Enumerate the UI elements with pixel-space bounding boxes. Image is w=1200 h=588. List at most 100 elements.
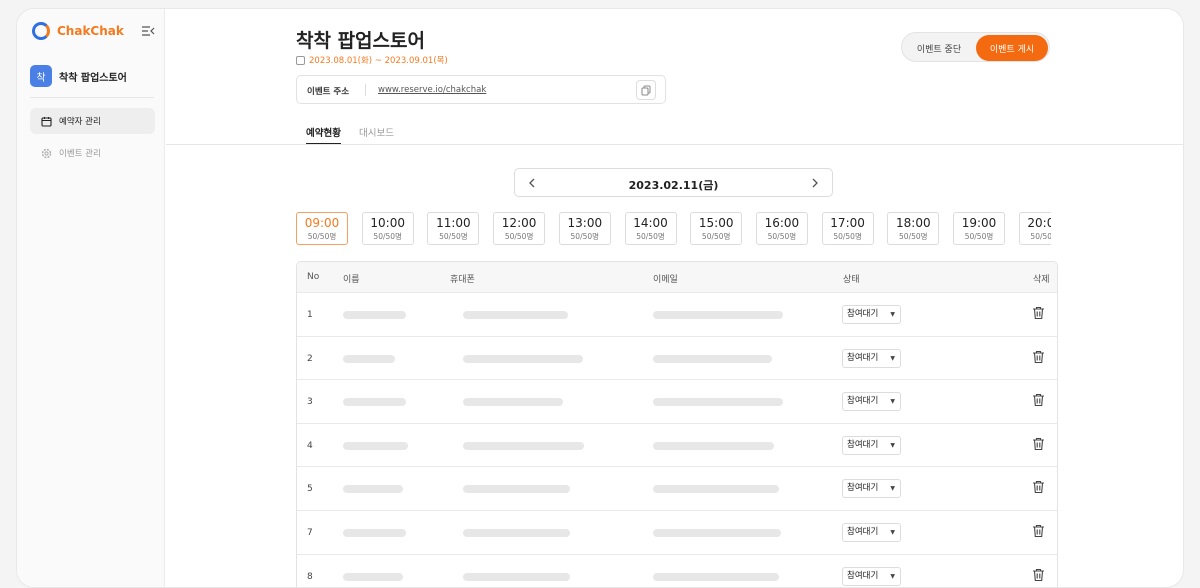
slot-capacity: 50/50명 — [823, 231, 873, 242]
tab-dashboard[interactable]: 대시보드 — [359, 125, 394, 139]
caret-down-icon: ▼ — [890, 572, 895, 580]
trash-icon[interactable] — [1032, 306, 1048, 323]
caret-down-icon: ▼ — [890, 354, 895, 362]
slot-time: 19:00 — [961, 216, 997, 230]
status-dropdown[interactable]: 참여대기 ▼ — [842, 566, 901, 586]
status-dropdown[interactable]: 참여대기 ▼ — [842, 305, 901, 324]
slot-time: 10:00 — [370, 216, 405, 230]
copy-button[interactable] — [636, 80, 656, 100]
slot-total: /50명 — [514, 232, 534, 241]
app-window: ChakChak 착 착착 팝업스토어 예약자 관리 이벤트 관리 착착 팝업스… — [16, 8, 1184, 588]
time-slot[interactable]: 20:0050/50명 — [1018, 212, 1051, 245]
page-title: 착착 팝업스토어 — [296, 30, 425, 52]
brand-logo[interactable]: ChakChak — [32, 22, 124, 40]
gear-icon — [40, 147, 52, 159]
time-slot[interactable]: 12:00 50/50명 — [493, 212, 546, 245]
slot-time: 17:00 — [830, 216, 865, 230]
time-slot[interactable]: 13:00 50/50명 — [558, 212, 611, 245]
trash-icon[interactable] — [1032, 524, 1048, 541]
slot-capacity: 50/50명 — [954, 231, 1004, 242]
slot-capacity: 50/50명 — [757, 231, 807, 242]
row-number: 7 — [307, 528, 313, 538]
caret-down-icon: ▼ — [890, 529, 895, 536]
time-slot[interactable]: 10:00 50/50명 — [361, 212, 414, 245]
stop-event-button[interactable]: 이벤트 중단 — [906, 36, 972, 60]
slot-booked: 50 — [964, 232, 975, 241]
chevron-right-icon[interactable] — [808, 176, 822, 190]
slot-capacity: 50/50명 — [363, 231, 413, 242]
phone-skeleton — [463, 485, 570, 494]
slot-time: 11:00 — [436, 216, 471, 230]
workspace[interactable]: 착 착착 팝업스토어 — [30, 65, 127, 87]
time-slot[interactable]: 16:00 50/50명 — [755, 212, 808, 245]
column-header-no: No — [307, 272, 320, 282]
slot-booked: 50 — [767, 232, 778, 241]
calendar-icon — [296, 55, 305, 65]
time-slot[interactable]: 11:00 50/50명 — [427, 212, 480, 245]
name-skeleton — [343, 441, 408, 450]
slot-booked: 50 — [570, 232, 581, 241]
sidebar-item-reservations[interactable]: 예약자 관리 — [30, 108, 155, 134]
name-skeleton — [343, 572, 403, 581]
phone-skeleton — [463, 529, 570, 537]
trash-icon[interactable] — [1032, 350, 1048, 367]
collapse-sidebar-icon[interactable] — [141, 25, 155, 39]
slot-total: /50명 — [842, 232, 862, 241]
time-slot[interactable]: 15:00 50/50명 — [690, 212, 743, 245]
status-value: 참여대기 — [847, 527, 879, 537]
status-dropdown[interactable]: 참여대기 ▼ — [842, 523, 901, 542]
row-number: 1 — [307, 310, 313, 320]
caret-down-icon: ▼ — [890, 485, 895, 493]
tab-reservation-status[interactable]: 예약현황 — [306, 125, 341, 145]
row-number: 8 — [307, 571, 313, 582]
phone-skeleton — [463, 398, 563, 407]
slot-capacity: 50/50명 — [428, 231, 478, 242]
status-value: 참여대기 — [847, 352, 879, 363]
email-skeleton — [653, 529, 781, 537]
phone-skeleton — [463, 572, 570, 581]
slot-capacity: 50/50명 — [691, 231, 741, 242]
status-dropdown[interactable]: 참여대기 ▼ — [842, 392, 901, 412]
trash-icon[interactable] — [1032, 568, 1048, 585]
status-dropdown[interactable]: 참여대기 ▼ — [842, 348, 901, 368]
trash-icon[interactable] — [1032, 437, 1048, 454]
sidebar: ChakChak 착 착착 팝업스토어 예약자 관리 이벤트 관리 — [17, 9, 165, 587]
email-skeleton — [653, 311, 783, 319]
event-action-toggle: 이벤트 중단 이벤트 게시 — [901, 32, 1050, 62]
sidebar-item-label: 이벤트 관리 — [59, 149, 101, 159]
column-header-email: 이메일 — [653, 275, 678, 285]
time-slot[interactable]: 17:00 50/50명 — [821, 212, 874, 245]
divider — [166, 144, 1183, 145]
sidebar-item-events[interactable]: 이벤트 관리 — [30, 140, 155, 166]
slot-total: /50명 — [448, 232, 468, 241]
post-event-button[interactable]: 이벤트 게시 — [976, 35, 1048, 61]
status-dropdown[interactable]: 참여대기 ▼ — [842, 479, 901, 499]
time-slot[interactable]: 18:00 50/50명 — [887, 212, 940, 245]
status-dropdown[interactable]: 참여대기 ▼ — [842, 435, 901, 455]
time-slot[interactable]: 09:00 50/50명 — [296, 212, 348, 245]
slot-booked: 50 — [373, 232, 383, 241]
table-row: 3 참여대기 ▼ — [297, 379, 1057, 422]
slot-booked: 50 — [307, 232, 318, 241]
slot-capacity: 50/50명 — [494, 231, 544, 242]
workspace-name: 착착 팝업스토어 — [59, 72, 127, 84]
column-header-phone: 휴대폰 — [450, 275, 475, 285]
slot-time: 14:00 — [633, 216, 668, 230]
trash-icon[interactable] — [1032, 480, 1048, 497]
reservation-table: No 이름 휴대폰 이메일 상태 삭제 1 참여대기 ▼ 2 참여대기 ▼ 3 참여대기 ▼ 4 참… — [296, 261, 1058, 587]
divider — [30, 97, 154, 98]
slot-total: /50명 — [908, 232, 928, 241]
event-date-range: 2023.08.01(화) ~ 2023.09.01(목) — [296, 54, 448, 66]
email-skeleton — [653, 441, 774, 450]
slot-time: 18:00 — [896, 216, 931, 230]
address-link[interactable]: www.reserve.io/chakchak — [378, 85, 486, 95]
time-slot[interactable]: 14:00 50/50명 — [624, 212, 677, 245]
event-address-box: 이벤트 주소 www.reserve.io/chakchak — [296, 75, 666, 104]
trash-icon[interactable] — [1032, 393, 1048, 410]
brand-name: ChakChak — [57, 24, 124, 38]
time-slot[interactable]: 19:00 50/50명 — [953, 212, 1005, 245]
slot-total: /50명 — [1039, 232, 1051, 241]
workspace-avatar: 착 — [30, 65, 52, 87]
status-value: 참여대기 — [847, 483, 879, 494]
slot-total: /50명 — [974, 232, 994, 241]
